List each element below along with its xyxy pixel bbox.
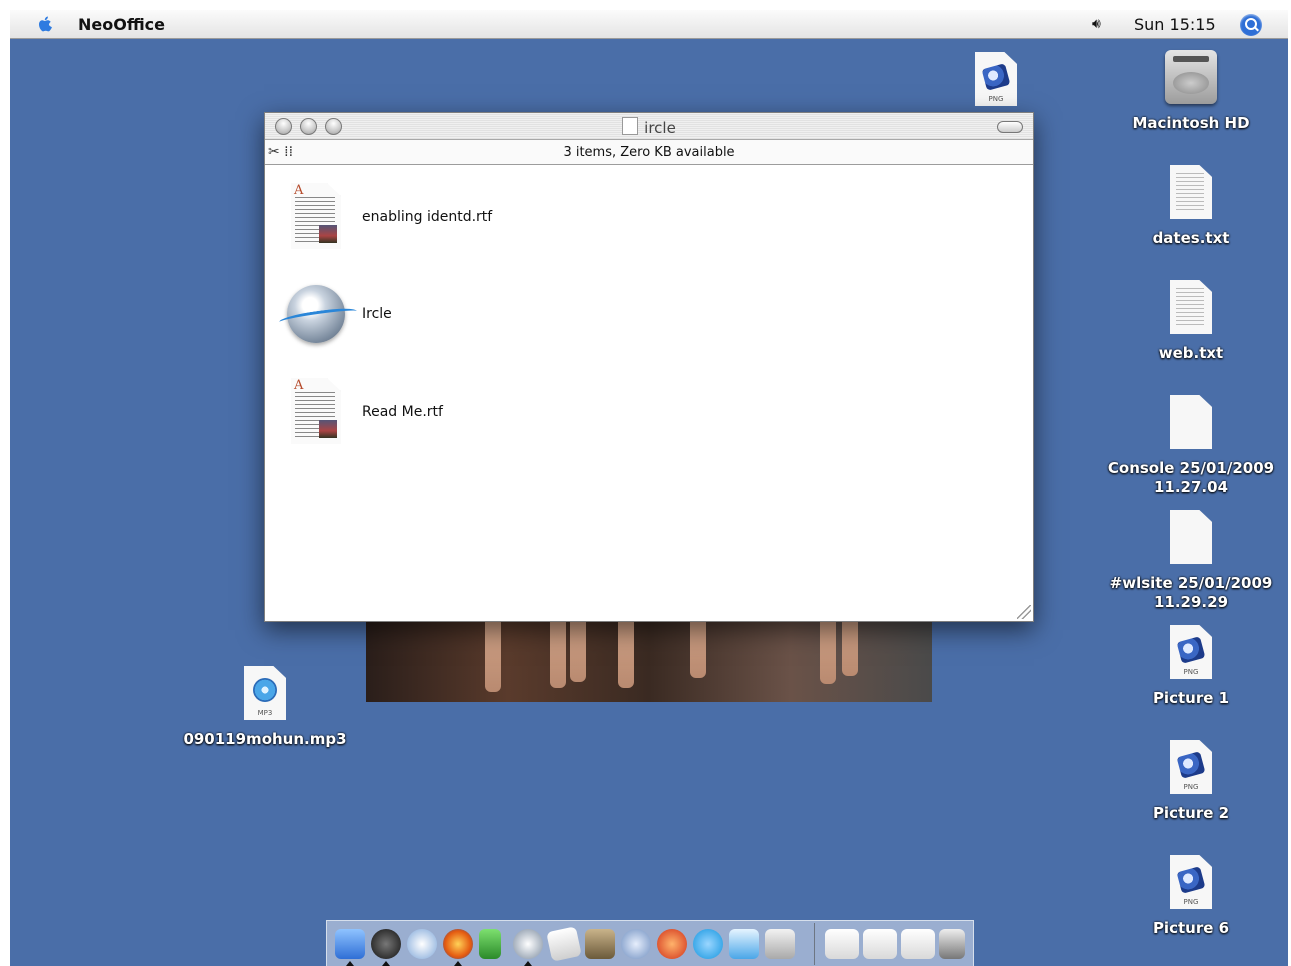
resize-grip[interactable] (1017, 605, 1031, 619)
ircle-app-icon (283, 279, 345, 349)
file-name: Ircle (362, 306, 392, 322)
apple-menu-icon[interactable] (34, 13, 56, 35)
desktop-icon-label: #wlsite 25/01/2009 11.29.29 (1109, 574, 1273, 611)
running-indicator (454, 961, 462, 966)
textedit-dock-icon[interactable] (546, 926, 582, 962)
file-item-read-me[interactable]: A Read Me.rtf (275, 368, 575, 454)
png-image-icon: PNG (1170, 855, 1212, 909)
text-document-icon (1170, 280, 1212, 334)
firefox-dock-icon[interactable] (443, 929, 473, 959)
png-image-icon: PNG (975, 52, 1017, 106)
folder-icon (622, 117, 639, 135)
blank-document-icon (1170, 510, 1212, 564)
menu-bar: NeoOffice 🔊︎ Sun 15:15 (10, 10, 1288, 39)
mp3-audio-icon: MP3 (244, 666, 286, 720)
rtf-document-icon: A (283, 376, 343, 446)
file-name: enabling identd.rtf (362, 209, 493, 225)
dashboard-dock-icon[interactable] (371, 929, 401, 959)
desktop-icon-label: Picture 2 (1152, 804, 1230, 822)
finder-dock-icon[interactable] (335, 929, 365, 959)
desktop-icon-label: web.txt (1158, 344, 1224, 362)
window-title: ircle (265, 117, 1033, 137)
desktop-icon-picture-2[interactable]: PNG Picture 2 (1106, 740, 1276, 823)
adium-dock-icon[interactable] (479, 929, 501, 959)
running-indicator (346, 961, 354, 966)
desktop-icon-label: Picture 1 (1152, 689, 1230, 707)
finder-window[interactable]: ircle ✂ ⁞⁞ 3 items, Zero KB available A … (264, 112, 1034, 622)
desktop-icon-png[interactable]: PNG (911, 52, 1081, 106)
blank-document-icon (1170, 395, 1212, 449)
spotlight-search-icon[interactable] (1240, 14, 1262, 36)
minimized-window-icon[interactable] (863, 929, 897, 959)
app-menu-name[interactable]: NeoOffice (78, 15, 165, 34)
network-dock-icon[interactable] (621, 929, 651, 959)
minimized-window-icon[interactable] (825, 929, 859, 959)
desktop-icon-picture-6[interactable]: PNG Picture 6 (1106, 855, 1276, 938)
desktop-icon-dates-txt[interactable]: dates.txt (1106, 165, 1276, 248)
desktop-icon-web-txt[interactable]: web.txt (1106, 280, 1276, 363)
desktop-icon-console-log[interactable]: Console 25/01/2009 11.27.04 (1106, 395, 1276, 497)
volume-icon[interactable]: 🔊︎ (1092, 16, 1101, 32)
items-info: 3 items, Zero KB available (563, 145, 735, 160)
status-bar: ✂ ⁞⁞ 3 items, Zero KB available (265, 140, 1033, 165)
running-indicator (524, 961, 532, 966)
desktop-icon-label: Picture 6 (1152, 919, 1230, 937)
window-title-bar[interactable]: ircle (265, 113, 1033, 140)
png-image-icon: PNG (1170, 625, 1212, 679)
file-item-ircle[interactable]: Ircle (275, 271, 575, 357)
menu-clock[interactable]: Sun 15:15 (1134, 15, 1216, 34)
desktop-icon-label: 090119mohun.mp3 (183, 730, 347, 748)
toolbar-toggle-button[interactable] (997, 121, 1023, 133)
file-item-enabling-identd[interactable]: A enabling identd.rtf (275, 173, 575, 259)
minimized-window-icon[interactable] (901, 929, 935, 959)
ircle-dock-icon[interactable] (513, 929, 543, 959)
desktop-icon-macintosh-hd[interactable]: Macintosh HD (1106, 50, 1276, 133)
desktop-icon-label: Console 25/01/2009 11.27.04 (1107, 459, 1275, 496)
itunes-dock-icon[interactable] (729, 929, 759, 959)
running-indicator (382, 961, 390, 966)
radio-dock-icon[interactable] (657, 929, 687, 959)
desktop: NeoOffice 🔊︎ Sun 15:15 Macintosh HD date… (10, 10, 1288, 966)
file-name: Read Me.rtf (362, 404, 443, 420)
desktop-icon-picture-1[interactable]: PNG Picture 1 (1106, 625, 1276, 708)
dock (326, 920, 974, 966)
trash-icon[interactable] (939, 929, 965, 959)
skype-dock-icon[interactable] (693, 929, 723, 959)
desktop-icon-label: Macintosh HD (1132, 114, 1250, 132)
hard-drive-icon (1165, 50, 1217, 104)
rtf-document-icon: A (283, 181, 343, 251)
preferences-dock-icon[interactable] (765, 929, 795, 959)
gimp-dock-icon[interactable] (585, 929, 615, 959)
desktop-icon-label: dates.txt (1152, 229, 1230, 247)
desktop-icon-mp3[interactable]: MP3 090119mohun.mp3 (180, 666, 350, 749)
png-image-icon: PNG (1170, 740, 1212, 794)
text-document-icon (1170, 165, 1212, 219)
desktop-icon-wlsite-log[interactable]: #wlsite 25/01/2009 11.29.29 (1106, 510, 1276, 612)
mail-dock-icon[interactable] (407, 929, 437, 959)
dock-divider (814, 923, 815, 965)
